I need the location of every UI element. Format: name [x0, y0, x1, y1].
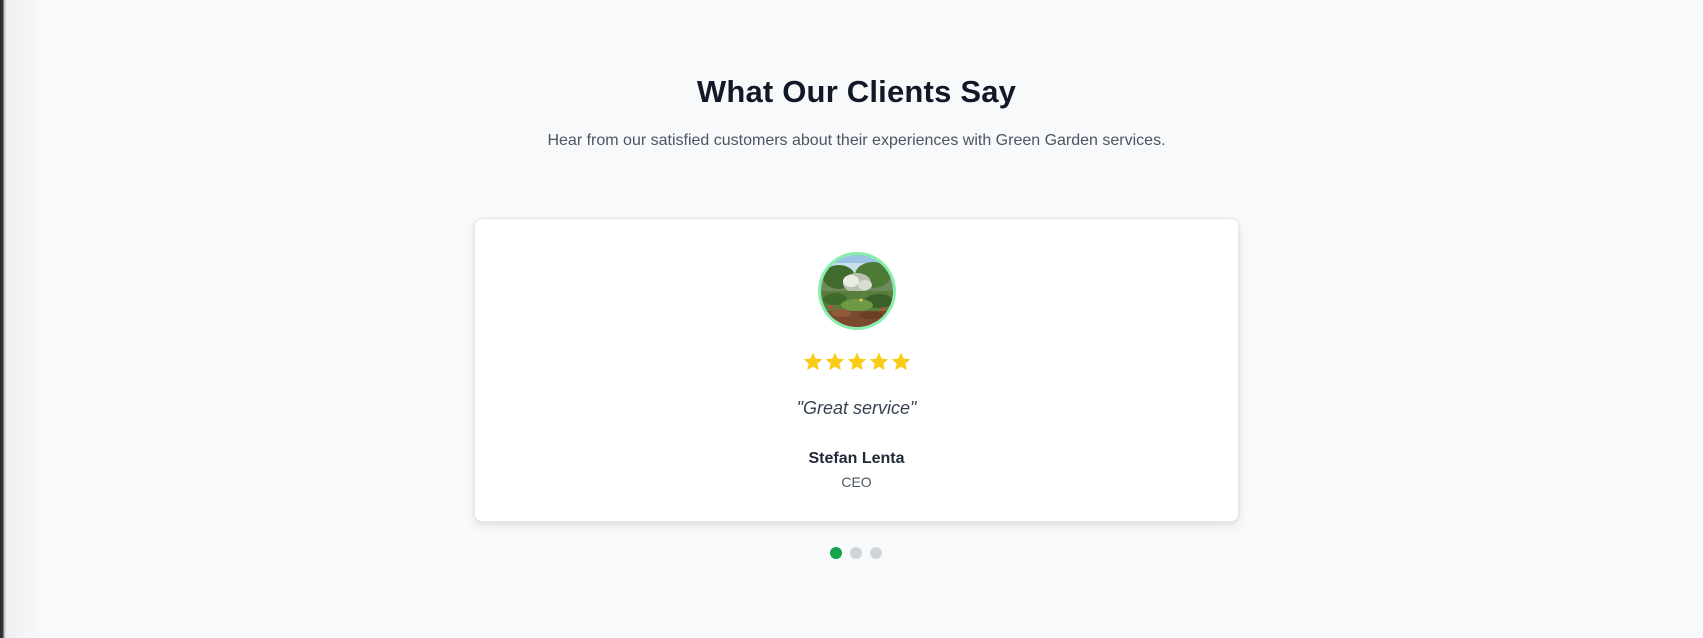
client-avatar: [818, 252, 896, 330]
star-icon: [825, 352, 844, 371]
testimonial-quote: "Great service": [796, 398, 917, 418]
star-icon: [869, 352, 888, 371]
section-title: What Our Clients Say: [696, 74, 1017, 109]
star-icon: [803, 352, 822, 371]
garden-photo-icon: [821, 255, 893, 327]
star-icon: [847, 352, 866, 371]
carousel-dot[interactable]: [830, 547, 842, 559]
testimonial-card: "Great service" Stefan Lenta CEO: [474, 218, 1239, 522]
carousel-pagination: [830, 547, 890, 560]
client-role: CEO: [841, 474, 872, 490]
rating-stars: [475, 351, 1238, 373]
section-subtitle: Hear from our satisfied customers about …: [547, 132, 1166, 149]
star-icon: [891, 352, 910, 371]
carousel-dot[interactable]: [850, 547, 862, 559]
client-name: Stefan Lenta: [808, 450, 905, 467]
carousel-dot[interactable]: [870, 547, 882, 559]
